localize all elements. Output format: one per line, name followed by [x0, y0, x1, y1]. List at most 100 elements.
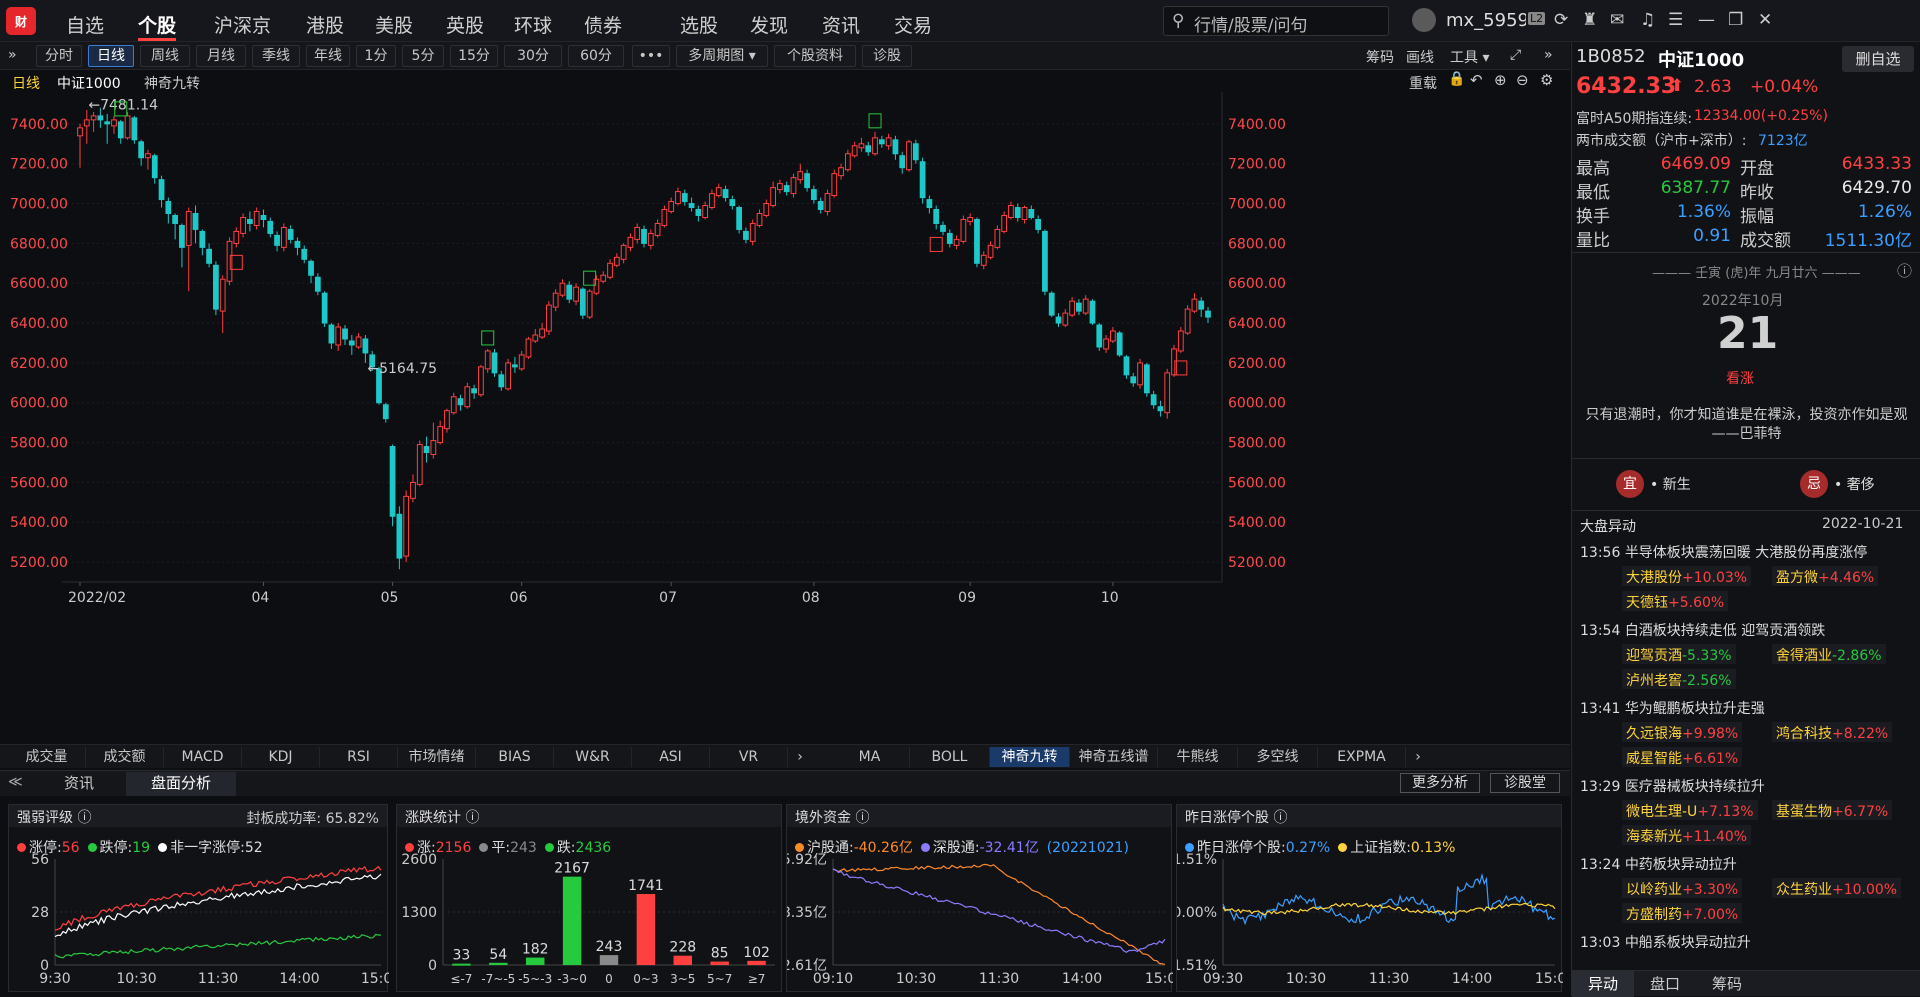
- ind-tab-right-4[interactable]: 牛熊线: [1158, 747, 1238, 767]
- ind-tab-right-2[interactable]: 神奇九转: [990, 747, 1070, 767]
- ind-tab-1[interactable]: 成交额: [86, 747, 164, 767]
- ind-tab-9[interactable]: VR: [710, 747, 788, 767]
- multi-period-button[interactable]: 多周期图 ▾: [676, 45, 768, 67]
- ind-tab-right-0[interactable]: MA: [830, 747, 910, 767]
- period-6[interactable]: 1分: [356, 45, 396, 67]
- period-7[interactable]: 5分: [402, 45, 444, 67]
- period-0[interactable]: 分时: [36, 45, 82, 67]
- diagnose-button[interactable]: 诊股: [862, 45, 912, 67]
- bell-icon[interactable]: ♫: [1640, 10, 1655, 30]
- period-8[interactable]: 15分: [450, 45, 498, 67]
- username[interactable]: mx_59595840(: [1446, 10, 1526, 31]
- ind-tab-6[interactable]: BIAS: [476, 747, 554, 767]
- stock-tag[interactable]: 鸿合科技+8.22%: [1772, 722, 1893, 742]
- ind-tab-right-5[interactable]: 多空线: [1238, 747, 1318, 767]
- reset-button[interactable]: 重载: [1409, 73, 1437, 93]
- news-headline[interactable]: 13:54 白酒板块持续走低 迎驾贡酒领跌: [1580, 620, 1825, 640]
- period-5[interactable]: 年线: [306, 45, 350, 67]
- right-tab-2[interactable]: 筹码: [1696, 971, 1758, 997]
- nav-item-9[interactable]: 发现: [750, 11, 788, 38]
- stock-tag[interactable]: 海泰新光+11.40%: [1622, 825, 1752, 845]
- shirt-icon[interactable]: ♜: [1582, 10, 1597, 30]
- minimize-icon[interactable]: —: [1698, 10, 1715, 30]
- nav-item-4[interactable]: 美股: [375, 11, 413, 38]
- app-logo[interactable]: 财: [6, 7, 36, 35]
- stock-tag[interactable]: 天德钰+5.60%: [1622, 591, 1729, 611]
- ind-tab-3[interactable]: KDJ: [242, 747, 320, 767]
- stock-tag[interactable]: 微电生理-U+7.13%: [1622, 800, 1758, 820]
- ind-tab-2[interactable]: MACD: [164, 747, 242, 767]
- kline-chart[interactable]: 5200.00 5200.00 5400.00 5400.00 5600.00 5600.…: [0, 92, 1570, 744]
- undo-icon[interactable]: ↶: [1470, 71, 1483, 89]
- stock-tag[interactable]: 以岭药业+3.30%: [1622, 878, 1743, 898]
- mail-icon[interactable]: ✉: [1610, 10, 1624, 30]
- collapse-left-icon[interactable]: »: [8, 47, 17, 63]
- ind-tab-right-1[interactable]: BOLL: [910, 747, 990, 767]
- period-9[interactable]: 30分: [504, 45, 562, 67]
- nav-item-3[interactable]: 港股: [306, 11, 344, 38]
- news-headline[interactable]: 13:56 半导体板块震荡回暖 大港股份再度涨停: [1580, 542, 1867, 562]
- chips-tool[interactable]: 筹码: [1366, 47, 1394, 67]
- info-icon[interactable]: ⓘ: [1897, 260, 1912, 281]
- more-analysis-button[interactable]: 更多分析: [1400, 773, 1480, 793]
- info-icon[interactable]: ⓘ: [1273, 810, 1287, 826]
- stock-tag[interactable]: 久远银海+9.98%: [1622, 722, 1743, 742]
- stock-tag[interactable]: 舍得酒业-2.86%: [1772, 644, 1886, 664]
- nav-item-11[interactable]: 交易: [894, 11, 932, 38]
- remove-watchlist-button[interactable]: 删自选: [1842, 46, 1914, 72]
- zoom-in-icon[interactable]: ⊕: [1494, 71, 1507, 89]
- news-headline[interactable]: 13:03 中船系板块异动拉升: [1580, 932, 1751, 952]
- more-periods-button[interactable]: •••: [632, 45, 670, 67]
- period-10[interactable]: 60分: [568, 45, 624, 67]
- stock-tag[interactable]: 泸州老窖-2.56%: [1622, 669, 1736, 689]
- stock-tag[interactable]: 盈方微+4.46%: [1772, 566, 1879, 586]
- ind-tab-8[interactable]: ASI: [632, 747, 710, 767]
- stock-tag[interactable]: 基蛋生物+6.77%: [1772, 800, 1893, 820]
- nav-item-8[interactable]: 选股: [680, 11, 718, 38]
- info-icon[interactable]: ⓘ: [77, 810, 91, 826]
- news-headline[interactable]: 13:29 医疗器械板块持续拉升: [1580, 776, 1765, 796]
- fullscreen-icon[interactable]: ⤢: [1510, 47, 1521, 63]
- settings-icon[interactable]: ⚙: [1540, 71, 1553, 89]
- profile-button[interactable]: 个股资料: [774, 45, 856, 67]
- stock-tag[interactable]: 大港股份+10.03%: [1622, 566, 1752, 586]
- info-icon[interactable]: ⓘ: [465, 810, 479, 826]
- period-3[interactable]: 月线: [196, 45, 246, 67]
- ind-tabs-right-next-icon[interactable]: ›: [1408, 747, 1428, 767]
- info-icon[interactable]: ⓘ: [855, 810, 869, 826]
- search-input[interactable]: ⚲ 行情/股票/问句: [1163, 6, 1389, 36]
- tab-news[interactable]: 资讯: [44, 772, 114, 794]
- expand-right-icon[interactable]: »: [1544, 47, 1553, 63]
- nav-item-5[interactable]: 英股: [446, 11, 484, 38]
- ind-tab-right-3[interactable]: 神奇五线谱: [1070, 747, 1158, 767]
- right-tab-0[interactable]: 异动: [1572, 971, 1634, 997]
- stock-tag[interactable]: 众生药业+10.00%: [1772, 878, 1902, 898]
- tools-menu[interactable]: 工具 ▾: [1450, 47, 1489, 67]
- zoom-out-icon[interactable]: ⊖: [1516, 71, 1529, 89]
- nav-item-2[interactable]: 沪深京: [214, 11, 271, 38]
- period-2[interactable]: 周线: [140, 45, 190, 67]
- draw-tool[interactable]: 画线: [1406, 47, 1434, 67]
- stock-tag[interactable]: 方盛制药+7.00%: [1622, 903, 1743, 923]
- stock-tag[interactable]: 迎驾贡酒-5.33%: [1622, 644, 1736, 664]
- tab-market-analysis[interactable]: 盘面分析: [126, 772, 236, 796]
- news-headline[interactable]: 13:41 华为鲲鹏板块拉升走强: [1580, 698, 1765, 718]
- ind-tab-5[interactable]: 市场情绪: [398, 747, 476, 767]
- diagnose-hall-button[interactable]: 诊股堂: [1490, 773, 1560, 793]
- ind-tabs-next-icon[interactable]: ›: [790, 747, 810, 767]
- ind-tab-4[interactable]: RSI: [320, 747, 398, 767]
- ind-tab-right-6[interactable]: EXPMA: [1318, 747, 1406, 767]
- period-4[interactable]: 季线: [252, 45, 300, 67]
- menu-icon[interactable]: ☰: [1668, 10, 1683, 30]
- nav-item-7[interactable]: 债券: [584, 11, 638, 38]
- refresh-icon[interactable]: ⟳: [1554, 10, 1568, 30]
- lock-icon[interactable]: 🔒: [1448, 71, 1465, 87]
- ind-tab-7[interactable]: W&R: [554, 747, 632, 767]
- right-tab-1[interactable]: 盘口: [1634, 971, 1696, 997]
- nav-item-1[interactable]: 个股: [138, 11, 176, 38]
- avatar[interactable]: [1412, 8, 1436, 32]
- collapse-bottom-icon[interactable]: ≪: [8, 774, 23, 790]
- ind-tab-0[interactable]: 成交量: [8, 747, 86, 767]
- nav-item-10[interactable]: 资讯: [822, 11, 860, 38]
- period-1[interactable]: 日线: [88, 45, 134, 67]
